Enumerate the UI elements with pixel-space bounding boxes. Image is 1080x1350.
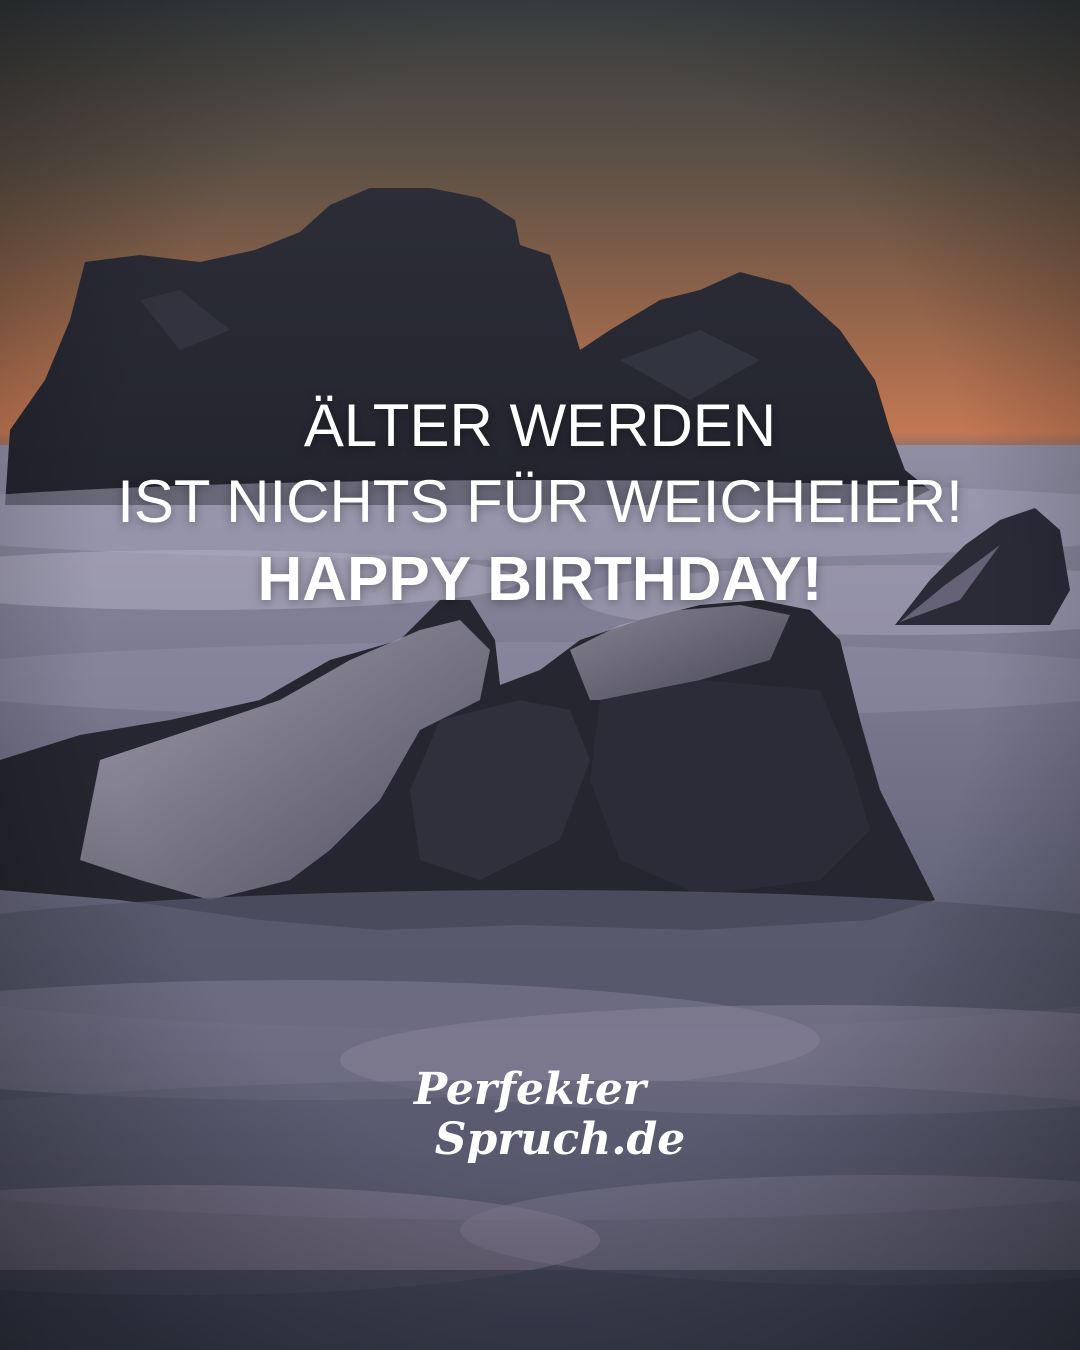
birthday-quote: ÄLTER WERDEN IST NICHTS FÜR WEICHEIER! H… (0, 388, 1080, 618)
logo-word-1: Perfekter (414, 1064, 646, 1115)
quote-line-1: ÄLTER WERDEN (303, 392, 777, 459)
logo-word-2: Spruch.de (434, 1114, 686, 1165)
quote-line-2: IST NICHTS FÜR WEICHEIER! (117, 468, 963, 535)
quote-line-3: HAPPY BIRTHDAY! (257, 545, 823, 614)
brand-logo: Perfekter Spruch.de (0, 1065, 1080, 1165)
photo-background: ÄLTER WERDEN IST NICHTS FÜR WEICHEIER! H… (0, 0, 1080, 1350)
